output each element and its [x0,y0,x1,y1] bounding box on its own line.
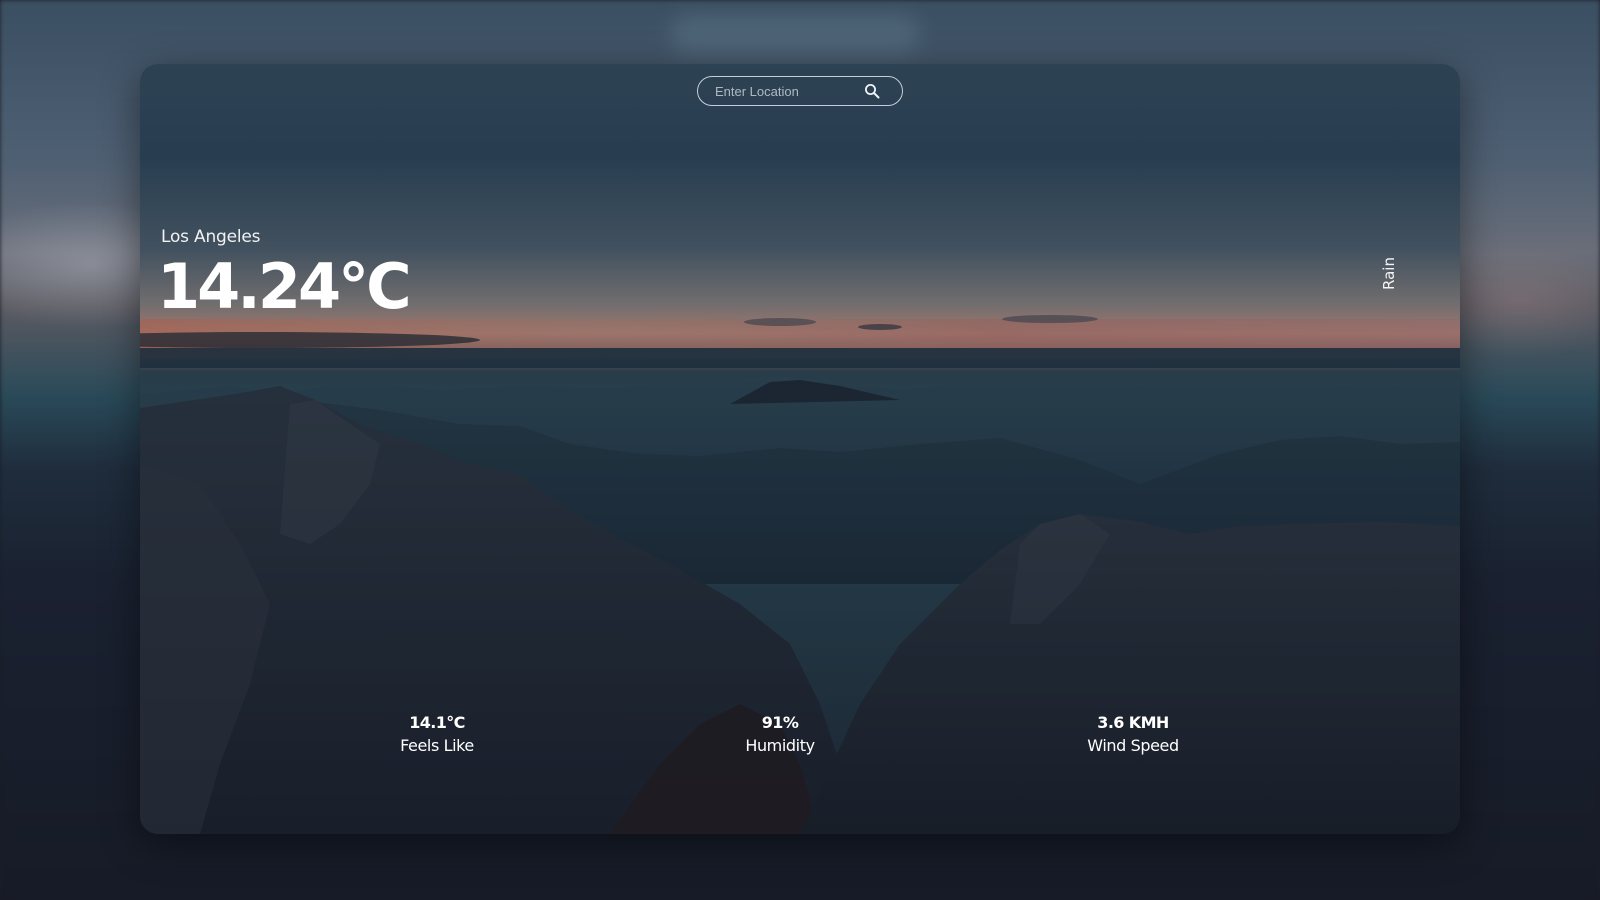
location-name: Los Angeles [161,227,261,247]
feels-like-label: Feels Like [400,736,474,755]
weather-condition: Rain [1380,257,1398,290]
current-temperature: 14.24°C [157,250,412,323]
wind-speed-stat: 3.6 KMH Wind Speed [1043,712,1223,758]
humidity-stat: 91% Humidity [690,712,870,758]
wind-speed-value: 3.6 KMH [1097,713,1169,732]
humidity-value: 91% [761,713,799,732]
location-search-input[interactable] [698,77,867,105]
humidity-label: Humidity [745,736,815,755]
location-search-bar[interactable] [697,76,903,106]
feels-like-value: 14.1°C [409,713,465,732]
weather-card: Los Angeles 14.24°C Rain 14.1°C Feels Li… [140,64,1460,834]
feels-like-stat: 14.1°C Feels Like [347,712,527,758]
search-icon[interactable] [864,83,880,99]
wind-speed-label: Wind Speed [1087,736,1179,755]
